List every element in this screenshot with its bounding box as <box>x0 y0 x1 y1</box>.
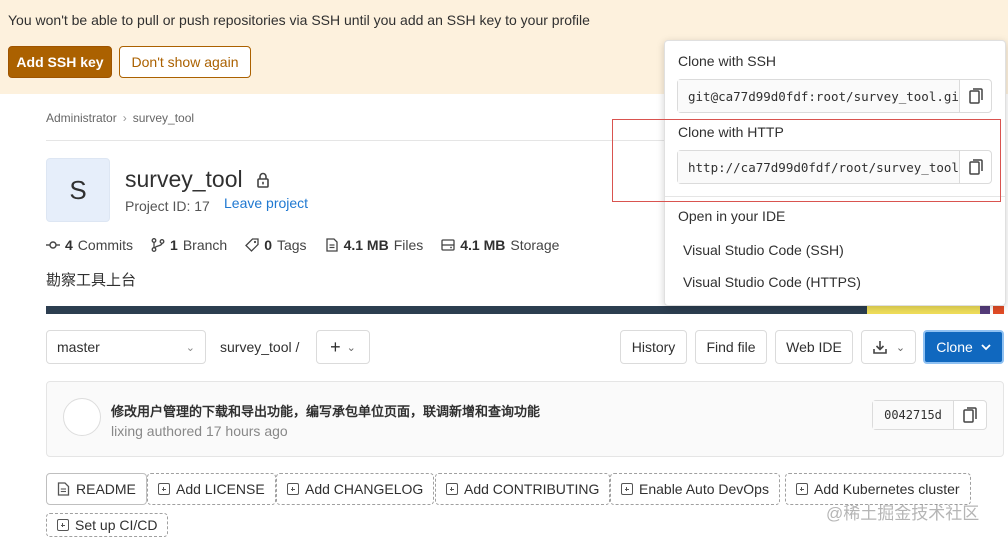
stat-branch-label: Branch <box>182 237 228 253</box>
stat-storage[interactable]: 4.1 MB Storage <box>441 237 559 253</box>
project-id: Project ID: 17 <box>125 198 210 214</box>
plus-square-icon <box>621 483 633 495</box>
dont-show-again-button[interactable]: Don't show again <box>119 46 251 78</box>
vscode-https-item[interactable]: Visual Studio Code (HTTPS) <box>683 274 861 290</box>
tag-icon <box>245 238 259 252</box>
language-segment[interactable] <box>980 306 990 314</box>
lock-icon <box>257 172 269 188</box>
plus-square-icon <box>796 483 808 495</box>
project-avatar: S <box>46 158 110 222</box>
leave-project-link[interactable]: Leave project <box>224 195 308 211</box>
stat-tags-value: 0 <box>264 237 272 253</box>
repository-path: survey_tool / <box>220 339 299 355</box>
download-icon <box>873 341 887 354</box>
annotation-highlight-box <box>612 119 1001 202</box>
breadcrumb-separator: › <box>122 111 127 125</box>
repository-language-bar[interactable] <box>46 306 1004 314</box>
add-ssh-key-button[interactable]: Add SSH key <box>8 46 112 78</box>
add-license-button[interactable]: Add LICENSE <box>147 473 276 505</box>
add-contributing-label: Add CONTRIBUTING <box>464 481 600 497</box>
language-segment[interactable] <box>992 306 1004 314</box>
readme-label: README <box>76 481 136 497</box>
stat-tags-label: Tags <box>276 237 307 253</box>
last-commit-panel: 修改用户管理的下载和导出功能，编写承包单位页面，联调新增和查询功能 lixing… <box>46 381 1004 457</box>
stat-branch-value: 1 <box>170 237 178 253</box>
plus-icon: + <box>330 336 341 357</box>
banner-message: You won't be able to pull or push reposi… <box>8 12 590 28</box>
clone-ssh-field: git@ca77d99d0fdf:root/survey_tool.git <box>677 79 992 113</box>
enable-auto-devops-button[interactable]: Enable Auto DevOps <box>610 473 780 505</box>
plus-square-icon <box>446 483 458 495</box>
breadcrumb-item-project[interactable]: survey_tool <box>133 111 194 125</box>
add-changelog-button[interactable]: Add CHANGELOG <box>276 473 435 505</box>
file-icon <box>57 482 70 496</box>
readme-button[interactable]: README <box>46 473 147 505</box>
commit-sha-group: 0042715d <box>872 400 987 430</box>
project-title: survey_tool <box>125 166 243 192</box>
open-in-ide-heading: Open in your IDE <box>678 208 786 224</box>
copy-ssh-url-button[interactable] <box>959 80 991 112</box>
language-segment[interactable] <box>46 306 867 314</box>
stat-storage-label: Storage <box>510 237 560 253</box>
language-segment[interactable] <box>867 306 981 314</box>
plus-square-icon <box>57 519 69 531</box>
setup-cicd-button[interactable]: Set up CI/CD <box>46 513 169 537</box>
add-changelog-label: Add CHANGELOG <box>305 481 424 497</box>
stat-files-label: Files <box>393 237 424 253</box>
plus-square-icon <box>287 483 299 495</box>
download-button[interactable]: ⌄ <box>861 330 916 364</box>
watermark: @稀土掘金技术社区 <box>826 504 980 523</box>
clone-button[interactable]: Clone <box>923 330 1004 364</box>
project-stats: 4 Commits 1 Branch 0 Tags 4.1 MB Files 4… <box>46 237 559 253</box>
clone-button-label: Clone <box>936 339 973 355</box>
commit-author-avatar[interactable] <box>63 398 101 436</box>
find-file-button[interactable]: Find file <box>695 330 767 364</box>
chevron-down-icon: ⌄ <box>895 341 906 354</box>
stat-commits-label: Commits <box>77 237 134 253</box>
web-ide-button[interactable]: Web IDE <box>775 330 853 364</box>
add-to-tree-button[interactable]: + ⌄ <box>316 330 370 364</box>
chevron-down-icon: ⌄ <box>346 341 356 354</box>
project-description: 勘察工具上台 <box>46 272 137 289</box>
copy-icon <box>963 407 977 423</box>
breadcrumb: Administrator › survey_tool <box>46 111 194 125</box>
copy-icon <box>968 88 983 104</box>
add-contributing-button[interactable]: Add CONTRIBUTING <box>435 473 611 505</box>
copy-sha-button[interactable] <box>954 401 986 429</box>
add-license-label: Add LICENSE <box>176 481 265 497</box>
branch-icon <box>151 238 165 252</box>
commit-icon <box>46 241 60 249</box>
stat-tags[interactable]: 0 Tags <box>245 237 307 253</box>
branch-selector[interactable]: master ⌄ <box>46 330 206 364</box>
stat-files-value: 4.1 MB <box>343 237 389 253</box>
stat-files[interactable]: 4.1 MB Files <box>325 237 424 253</box>
breadcrumb-item-administrator[interactable]: Administrator <box>46 111 117 125</box>
storage-icon <box>441 239 455 251</box>
stat-branch[interactable]: 1 Branch <box>151 237 227 253</box>
path-separator: / <box>295 339 300 355</box>
chevron-down-icon: ⌄ <box>185 342 195 354</box>
stat-storage-value: 4.1 MB <box>460 237 506 253</box>
clone-ssh-heading: Clone with SSH <box>678 53 777 69</box>
file-icon <box>325 238 338 252</box>
repository-path-root[interactable]: survey_tool <box>220 339 292 355</box>
vscode-ssh-item[interactable]: Visual Studio Code (SSH) <box>683 242 844 258</box>
clone-ssh-url[interactable]: git@ca77d99d0fdf:root/survey_tool.git <box>678 80 959 112</box>
setup-cicd-label: Set up CI/CD <box>75 517 158 533</box>
stat-commits-value: 4 <box>65 237 73 253</box>
branch-selector-value: master <box>57 339 100 355</box>
enable-auto-devops-label: Enable Auto DevOps <box>639 481 769 497</box>
history-button[interactable]: History <box>620 330 687 364</box>
plus-square-icon <box>158 483 170 495</box>
commit-sha[interactable]: 0042715d <box>873 401 954 429</box>
chevron-down-icon <box>981 344 991 351</box>
commit-meta: lixing authored 17 hours ago <box>111 423 288 439</box>
stat-commits[interactable]: 4 Commits <box>46 237 133 253</box>
commit-title[interactable]: 修改用户管理的下载和导出功能，编写承包单位页面，联调新增和查询功能 <box>111 401 540 420</box>
add-kubernetes-cluster-label: Add Kubernetes cluster <box>814 481 960 497</box>
